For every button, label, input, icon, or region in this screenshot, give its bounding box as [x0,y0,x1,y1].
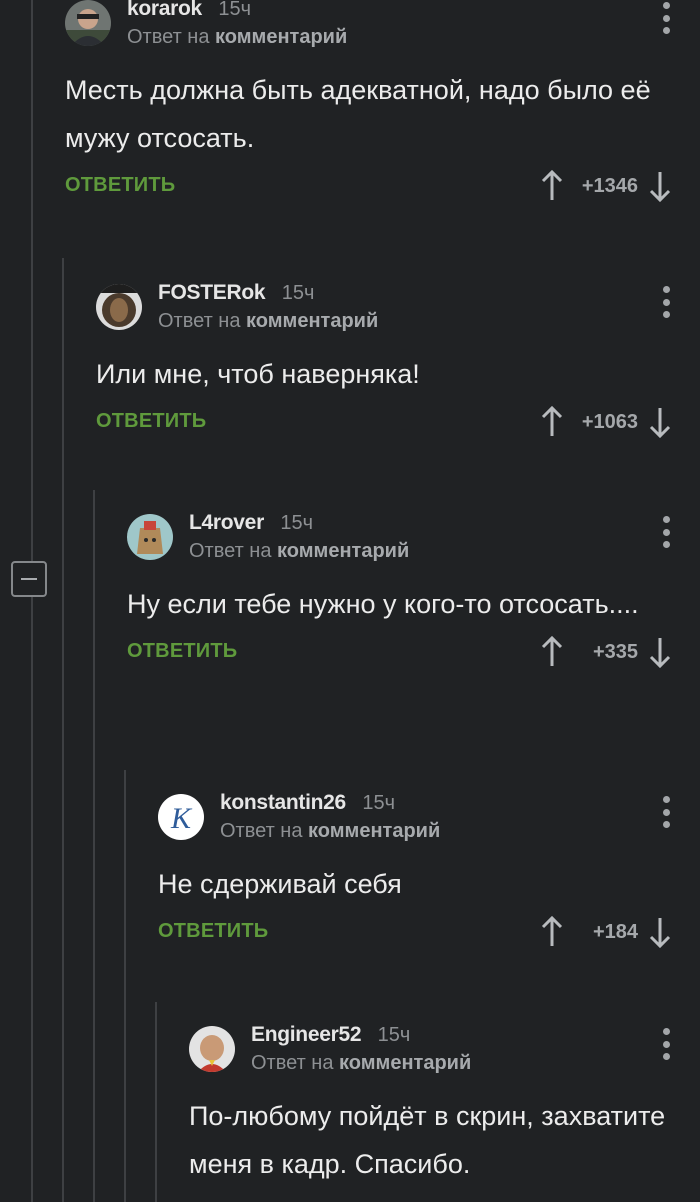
reply-to-link[interactable]: комментарий [215,26,347,48]
thread-line[interactable] [31,0,33,1202]
comment-actions: ОТВЕТИТЬ +1063 [96,398,700,454]
rating-value: +335 [592,640,638,663]
comment-header: K konstantin26 15ч Ответ на комментарий [158,788,700,846]
reply-button[interactable]: ОТВЕТИТЬ [158,920,268,943]
upvote-arrow-icon[interactable] [540,915,564,949]
reply-button[interactable]: ОТВЕТИТЬ [65,174,175,197]
comment-header: Engineer52 15ч Ответ на комментарий [189,1020,700,1078]
comment-actions: ОТВЕТИТЬ +184 [158,908,700,964]
reply-button[interactable]: ОТВЕТИТЬ [127,640,237,663]
more-options-icon[interactable] [662,1028,670,1060]
comment-time[interactable]: 15ч [362,792,395,814]
author-name[interactable]: Engineer52 [251,1023,362,1046]
author-name[interactable]: konstantin26 [220,791,346,814]
comment-text: Месть должна быть адекватной, надо было … [65,75,651,153]
reply-to-link[interactable]: комментарий [277,540,409,562]
comment-konstantin26: K konstantin26 15ч Ответ на комментарий … [158,788,700,964]
comment-actions: ОТВЕТИТЬ +335 [127,628,700,684]
avatar[interactable] [189,1026,235,1072]
comment-meta: FOSTERok 15ч Ответ на комментарий [158,280,378,336]
reply-to-label: Ответ на комментарий [127,26,348,48]
comment-fosterok: FOSTERok 15ч Ответ на комментарий Или мн… [96,278,700,454]
thread-line[interactable] [62,258,64,1202]
thread-line[interactable] [93,490,95,1202]
comment-thread: korarok 15ч Ответ на комментарий Месть д… [0,0,700,1202]
vote-controls: +184 [540,912,672,952]
comment-meta: konstantin26 15ч Ответ на комментарий [220,790,440,846]
downvote-arrow-icon[interactable] [648,915,672,949]
rating-value: +184 [592,920,638,943]
author-name[interactable]: korarok [127,0,202,20]
vote-controls: +335 [540,632,672,672]
comment-actions: ОТВЕТИТЬ +1346 [65,162,700,218]
comment-meta: L4rover 15ч Ответ на комментарий [189,510,409,566]
reply-to-label: Ответ на комментарий [220,820,441,842]
rating-value: +1346 [581,174,638,197]
comment-korarok: korarok 15ч Ответ на комментарий Месть д… [65,0,700,218]
comment-time[interactable]: 15ч [218,0,251,20]
thread-line[interactable] [124,770,126,1202]
comment-header: FOSTERok 15ч Ответ на комментарий [96,278,700,336]
comment-time[interactable]: 15ч [378,1024,411,1046]
more-options-icon[interactable] [662,516,670,548]
reply-to-label: Ответ на комментарий [158,310,379,332]
upvote-arrow-icon[interactable] [540,169,564,203]
comment-text: Не сдерживай себя [158,869,402,899]
thread-line[interactable] [155,1002,157,1202]
avatar[interactable] [127,514,173,560]
comment-header: korarok 15ч Ответ на комментарий [65,0,700,52]
more-options-icon[interactable] [662,796,670,828]
comment-l4rover: L4rover 15ч Ответ на комментарий Ну если… [127,508,700,684]
comment-text: Или мне, чтоб наверняка! [96,359,420,389]
comment-header: L4rover 15ч Ответ на комментарий [127,508,700,566]
author-name[interactable]: L4rover [189,511,264,534]
upvote-arrow-icon[interactable] [540,405,564,439]
upvote-arrow-icon[interactable] [540,635,564,669]
comment-engineer52: Engineer52 15ч Ответ на комментарий По-л… [189,1020,700,1188]
more-options-icon[interactable] [662,2,670,34]
reply-to-link[interactable]: комментарий [339,1052,471,1074]
downvote-arrow-icon[interactable] [648,635,672,669]
svg-text:K: K [170,802,193,835]
reply-to-link[interactable]: комментарий [246,310,378,332]
comment-text: Ну если тебе нужно у кого-то отсосать...… [127,589,639,619]
avatar[interactable]: K [158,794,204,840]
reply-to-label: Ответ на комментарий [251,1052,472,1074]
comment-time[interactable]: 15ч [280,512,313,534]
avatar[interactable] [65,0,111,46]
more-options-icon[interactable] [662,286,670,318]
comment-text: По-любому пойдёт в скрин, захватите меня… [189,1101,666,1179]
comment-meta: Engineer52 15ч Ответ на комментарий [251,1022,471,1078]
avatar[interactable] [96,284,142,330]
author-name[interactable]: FOSTERok [158,281,266,304]
collapse-thread-button[interactable] [11,561,47,597]
reply-button[interactable]: ОТВЕТИТЬ [96,410,206,433]
reply-to-link[interactable]: комментарий [308,820,440,842]
comment-time[interactable]: 15ч [282,282,315,304]
rating-value: +1063 [581,410,638,433]
comment-meta: korarok 15ч Ответ на комментарий [127,0,347,52]
minus-icon [21,578,37,580]
downvote-arrow-icon[interactable] [648,169,672,203]
vote-controls: +1063 [540,402,672,442]
vote-controls: +1346 [540,166,672,206]
reply-to-label: Ответ на комментарий [189,540,410,562]
downvote-arrow-icon[interactable] [648,405,672,439]
